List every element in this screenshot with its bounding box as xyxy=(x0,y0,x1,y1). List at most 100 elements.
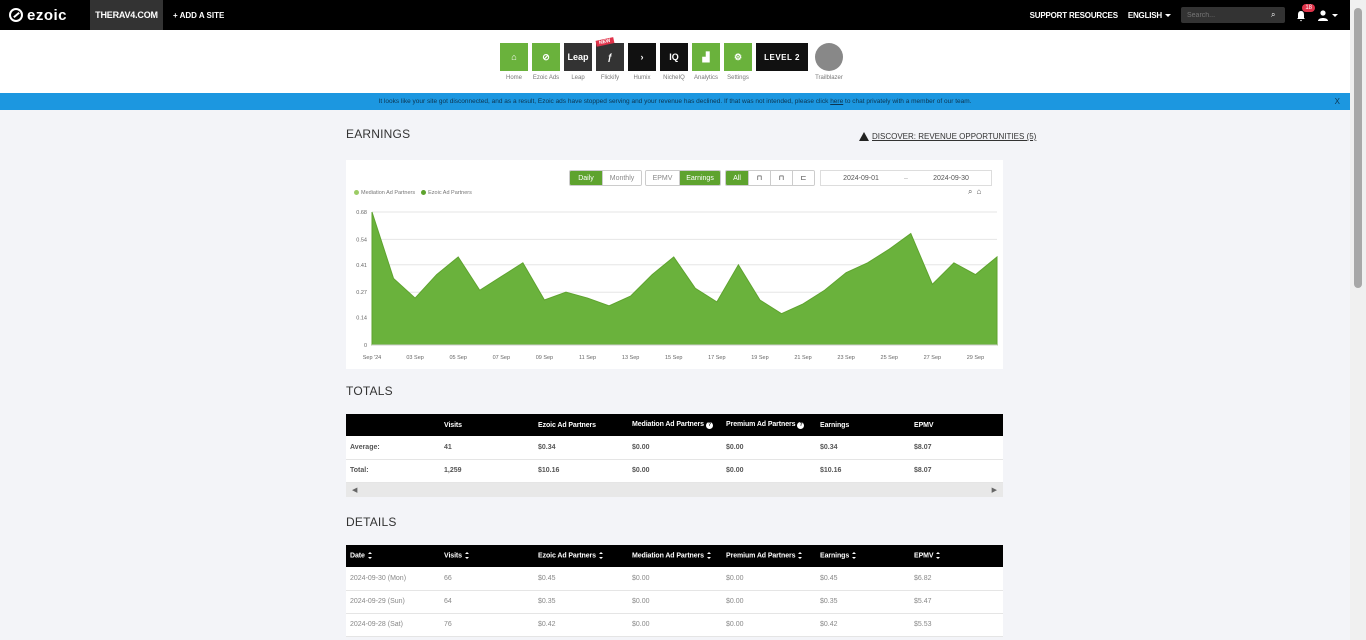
table-cell: 64 xyxy=(440,590,534,614)
app-icon-glyph: › xyxy=(640,52,644,62)
sort-icon[interactable] xyxy=(706,552,711,560)
table-cell: $10.16 xyxy=(816,459,910,483)
notification-count-badge: 18 xyxy=(1302,4,1315,12)
filter-desktop-button[interactable]: ⊓ xyxy=(748,171,770,185)
scrollbar-thumb[interactable] xyxy=(1354,8,1362,288)
notifications-button[interactable]: 18 xyxy=(1295,4,1315,22)
alert-chat-link[interactable]: here xyxy=(830,98,843,105)
alert-text: It looks like your site got disconnected… xyxy=(379,98,972,105)
daily-button[interactable]: Daily xyxy=(570,171,602,185)
totals-table-wrap: Visits Ezoic Ad Partners Mediation Ad Part… xyxy=(346,414,1003,497)
earnings-title: EARNINGS xyxy=(346,127,411,141)
home-icon[interactable]: ⌂ xyxy=(976,187,981,197)
app-analytics[interactable]: ▟ Analytics xyxy=(692,43,720,81)
ezoic-logo[interactable]: ezoic xyxy=(0,0,90,30)
zoom-icon[interactable]: ⌕ xyxy=(968,187,972,197)
alert-close-button[interactable]: X xyxy=(1335,97,1340,106)
y-tick-label: 0.41 xyxy=(356,263,367,269)
app-humix[interactable]: › Humix xyxy=(628,43,656,81)
table-cell: $0.00 xyxy=(628,590,722,614)
app-icon-glyph: ⚙ xyxy=(733,51,743,62)
logo-text: ezoic xyxy=(27,6,68,24)
monthly-button[interactable]: Monthly xyxy=(602,171,641,185)
help-icon[interactable]: ? xyxy=(797,422,805,429)
search-icon[interactable]: ⌕ xyxy=(1271,10,1275,20)
details-header-5[interactable]: Earnings xyxy=(816,545,910,567)
user-menu[interactable] xyxy=(1317,9,1338,21)
filter-mobile-button[interactable]: ⊏ xyxy=(792,171,814,185)
column-label: Earnings xyxy=(820,421,850,429)
app-icon-glyph: LEVEL 2 xyxy=(764,52,800,62)
app-flickify[interactable]: ƒ NEW Flickify xyxy=(595,37,624,81)
ezoic-logo-icon xyxy=(9,8,23,22)
app-level-badge[interactable]: LEVEL 2 xyxy=(756,43,808,81)
app-label: NicheIQ xyxy=(663,75,685,81)
sort-icon[interactable] xyxy=(852,552,857,560)
date-end: 2024-09-30 xyxy=(933,174,969,182)
add-site-link[interactable]: + ADD A SITE xyxy=(173,11,224,20)
search-input[interactable] xyxy=(1187,11,1271,19)
site-selector[interactable]: THERAV4.COM xyxy=(90,0,163,30)
table-cell: $0.00 xyxy=(722,567,816,591)
table-cell: $0.34 xyxy=(816,436,910,460)
date-range-picker[interactable]: 2024-09-01 – 2024-09-30 xyxy=(820,170,992,186)
alert-text-after: to chat privately with a member of our t… xyxy=(843,98,972,105)
earnings-button[interactable]: Earnings xyxy=(679,171,720,185)
app-label: Flickify xyxy=(600,75,620,81)
table-cell: $0.00 xyxy=(722,613,816,637)
x-tick-label: 17 Sep xyxy=(708,355,725,361)
app-settings[interactable]: ⚙ Settings xyxy=(724,43,752,81)
table-cell: $0.00 xyxy=(722,590,816,614)
app-home[interactable]: ⌂ Home xyxy=(500,43,528,81)
sort-icon[interactable] xyxy=(367,552,372,560)
discover-revenue-link[interactable]: DISCOVER: REVENUE OPPORTUNITIES (5) xyxy=(859,132,1036,141)
totals-header-5: Earnings xyxy=(816,414,910,436)
series-area-ezoic[interactable] xyxy=(371,211,998,346)
column-label: Premium Ad Partners xyxy=(726,421,796,428)
legend-item-mediation[interactable]: Mediation Ad Partners xyxy=(354,190,415,196)
sort-icon[interactable] xyxy=(936,552,941,560)
chevron-down-icon xyxy=(1332,13,1338,17)
y-tick-label: 0.54 xyxy=(356,237,367,243)
support-resources-link[interactable]: SUPPORT RESOURCES xyxy=(1030,11,1118,20)
app-nicheiq[interactable]: IQ NicheIQ xyxy=(660,43,688,81)
sort-icon[interactable] xyxy=(598,552,603,560)
details-header-1[interactable]: Visits xyxy=(440,545,534,567)
table-cell: $6.82 xyxy=(910,567,1003,591)
table-cell: $0.35 xyxy=(816,590,910,614)
earnings-area-chart: 0 0.14 0.27 0.41 0.54 0.68 Sep '24 03 Sep 05 Sep… xyxy=(356,210,998,361)
device-filter: All ⊓ ⊓ ⊏ xyxy=(725,170,815,186)
column-label: Premium Ad Partners xyxy=(726,552,796,560)
new-badge: NEW xyxy=(595,37,615,47)
app-trailblazer[interactable]: Trailblazer xyxy=(812,43,846,81)
table-cell: 1,259 xyxy=(440,459,534,483)
details-header-2[interactable]: Ezoic Ad Partners xyxy=(534,545,628,567)
sort-icon[interactable] xyxy=(464,552,469,560)
scroll-left-icon[interactable]: ◀ xyxy=(352,486,357,494)
y-tick-label: 0.14 xyxy=(356,316,367,322)
epmv-button[interactable]: EPMV xyxy=(646,171,679,185)
app-leap[interactable]: Leap Leap xyxy=(564,43,592,81)
help-icon[interactable]: ? xyxy=(705,422,713,429)
filter-all-button[interactable]: All xyxy=(726,171,748,185)
page-vertical-scrollbar[interactable] xyxy=(1350,0,1366,640)
period-toggle: Daily Monthly xyxy=(569,170,642,186)
app-ezoic-ads[interactable]: ⊘ Ezoic Ads xyxy=(532,43,560,81)
scroll-right-icon[interactable]: ▶ xyxy=(992,486,997,494)
language-dropdown[interactable]: ENGLISH xyxy=(1128,11,1171,20)
details-header-4[interactable]: Premium Ad Partners xyxy=(722,545,816,567)
legend-item-ezoic[interactable]: Ezoic Ad Partners xyxy=(421,190,472,196)
app-icon: ▟ xyxy=(692,43,720,71)
table-cell: $0.42 xyxy=(816,613,910,637)
sort-icon[interactable] xyxy=(798,552,803,560)
details-header-6[interactable]: EPMV xyxy=(910,545,1003,567)
totals-horizontal-scrollbar[interactable]: ◀ ▶ xyxy=(346,482,1003,497)
details-header-0[interactable]: Date xyxy=(346,545,440,567)
totals-header-4: Premium Ad Partners? xyxy=(722,414,816,436)
filter-tablet-button[interactable]: ⊓ xyxy=(770,171,792,185)
warning-icon xyxy=(859,132,869,141)
details-table: Date Visits Ezoic Ad Partners Mediation Ad … xyxy=(346,545,1003,637)
details-header-3[interactable]: Mediation Ad Partners xyxy=(628,545,722,567)
table-cell: Average: xyxy=(346,436,440,460)
column-label: EPMV xyxy=(914,421,934,429)
